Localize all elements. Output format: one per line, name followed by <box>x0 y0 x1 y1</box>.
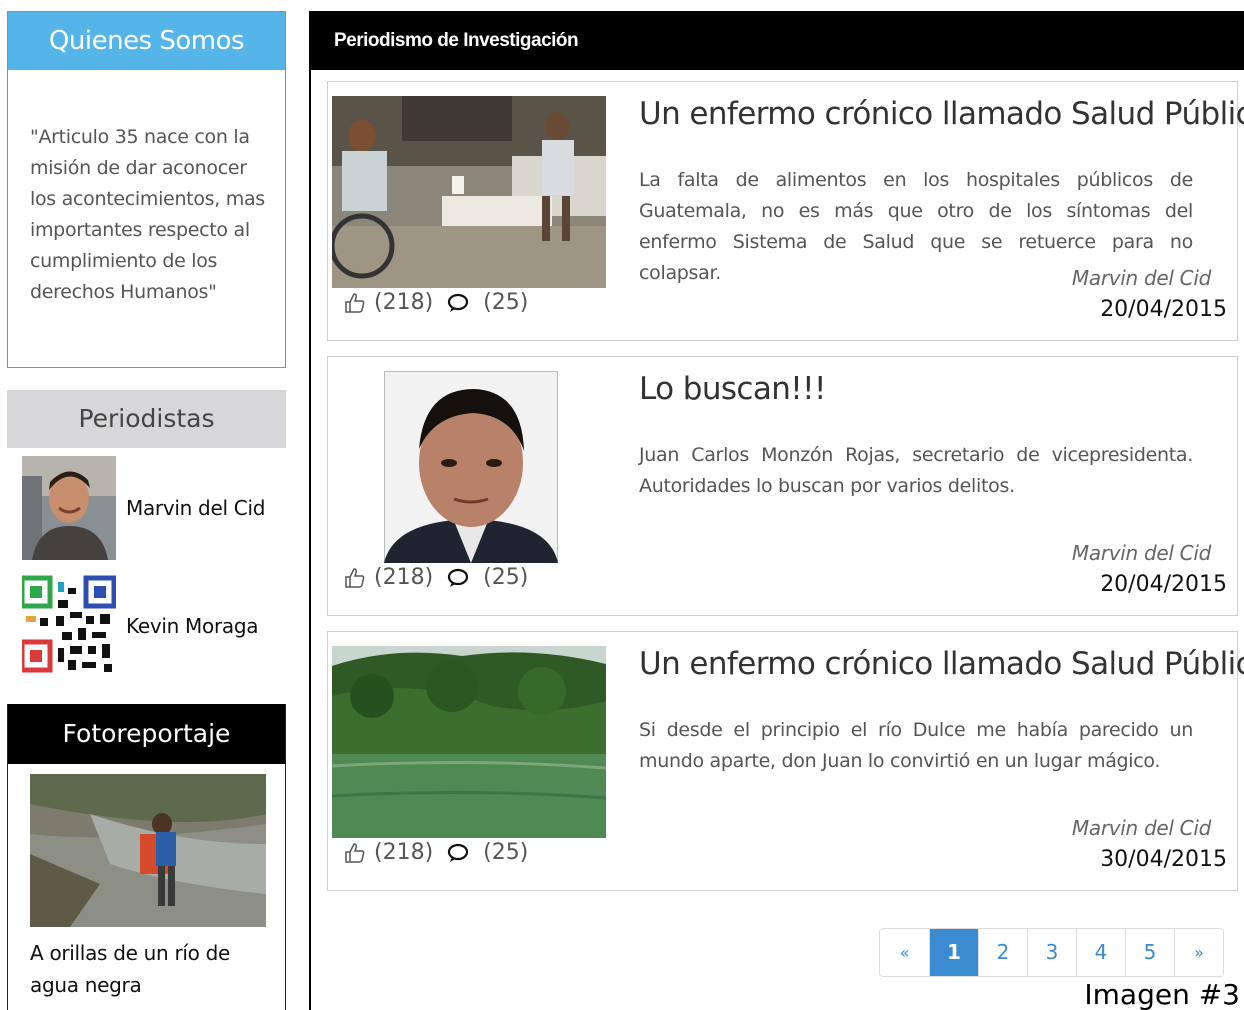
pagination-page-1[interactable]: 1 <box>929 929 978 976</box>
section-title: Periodismo de Investigación <box>311 11 1244 70</box>
about-text: "Articulo 35 nace con la misión de dar a… <box>30 126 265 303</box>
article-stats: (218) (25) <box>344 290 528 315</box>
article-title[interactable]: Un enfermo crónico llamado Salud Pública <box>639 646 1244 682</box>
thumbs-up-icon[interactable] <box>344 842 366 864</box>
qr-code-icon[interactable] <box>22 574 116 678</box>
journalist-item[interactable]: Kevin Moraga <box>22 574 258 678</box>
main-content: Periodismo de Investigación (218) (25) U… <box>309 11 1244 1010</box>
thumbs-up-icon[interactable] <box>344 567 366 589</box>
pagination-page-3[interactable]: 3 <box>1027 929 1076 976</box>
pagination-next[interactable]: » <box>1174 929 1223 976</box>
pagination-page-5[interactable]: 5 <box>1125 929 1174 976</box>
journalist-name[interactable]: Marvin del Cid <box>126 496 265 520</box>
article-excerpt: Juan Carlos Monzón Rojas, secretario de … <box>639 444 1193 497</box>
pagination-page-2[interactable]: 2 <box>978 929 1027 976</box>
comment-icon[interactable] <box>447 293 469 313</box>
photo-report-box: Fotoreportaje A orillas de un río de agu… <box>7 704 286 1010</box>
thumbs-up-icon[interactable] <box>344 292 366 314</box>
article-date: 30/04/2015 <box>1100 847 1227 872</box>
article-author[interactable]: Marvin del Cid <box>1072 266 1211 290</box>
article-author[interactable]: Marvin del Cid <box>1072 541 1211 565</box>
pagination: « 1 2 3 4 5 » <box>879 928 1224 977</box>
photo-report-title: Fotoreportaje <box>8 704 285 764</box>
article-date: 20/04/2015 <box>1100 572 1227 597</box>
journalist-name[interactable]: Kevin Moraga <box>126 614 258 638</box>
article-thumbnail[interactable] <box>332 96 606 288</box>
about-box: Quienes Somos "Articulo 35 nace con la m… <box>7 11 286 368</box>
pagination-page-4[interactable]: 4 <box>1076 929 1125 976</box>
comment-icon[interactable] <box>447 843 469 863</box>
comments-count: (25) <box>483 565 529 590</box>
article-excerpt: Si desde el principio el río Dulce me ha… <box>639 719 1193 772</box>
journalist-avatar[interactable] <box>22 456 116 560</box>
about-title: Quienes Somos <box>8 12 285 70</box>
article-author[interactable]: Marvin del Cid <box>1072 816 1211 840</box>
article-title[interactable]: Un enfermo crónico llamado Salud Pública <box>639 96 1244 132</box>
journalist-item[interactable]: Marvin del Cid <box>22 456 265 560</box>
pagination-prev[interactable]: « <box>880 929 929 976</box>
comments-count: (25) <box>483 290 529 315</box>
article-stats: (218) (25) <box>344 840 528 865</box>
likes-count: (218) <box>374 565 434 590</box>
article-thumbnail[interactable] <box>332 646 606 838</box>
article-card[interactable]: (218) (25) Lo buscan!!! Juan Carlos Monz… <box>327 356 1238 616</box>
photo-report-caption[interactable]: A orillas de un río de agua negra <box>30 937 270 1001</box>
likes-count: (218) <box>374 840 434 865</box>
photo-report-image[interactable] <box>30 774 266 927</box>
likes-count: (218) <box>374 290 434 315</box>
article-title[interactable]: Lo buscan!!! <box>639 371 826 407</box>
article-date: 20/04/2015 <box>1100 297 1227 322</box>
article-stats: (218) (25) <box>344 565 528 590</box>
comment-icon[interactable] <box>447 568 469 588</box>
journalists-box: Periodistas Marvin del Cid Kevin Moraga <box>7 390 286 705</box>
image-label: Imagen #3 <box>1084 978 1240 1010</box>
article-card[interactable]: (218) (25) Un enfermo crónico llamado Sa… <box>327 631 1244 891</box>
article-thumbnail[interactable] <box>384 371 558 563</box>
comments-count: (25) <box>483 840 529 865</box>
journalists-title: Periodistas <box>7 390 286 448</box>
article-card[interactable]: (218) (25) Un enfermo crónico llamado Sa… <box>327 81 1244 341</box>
